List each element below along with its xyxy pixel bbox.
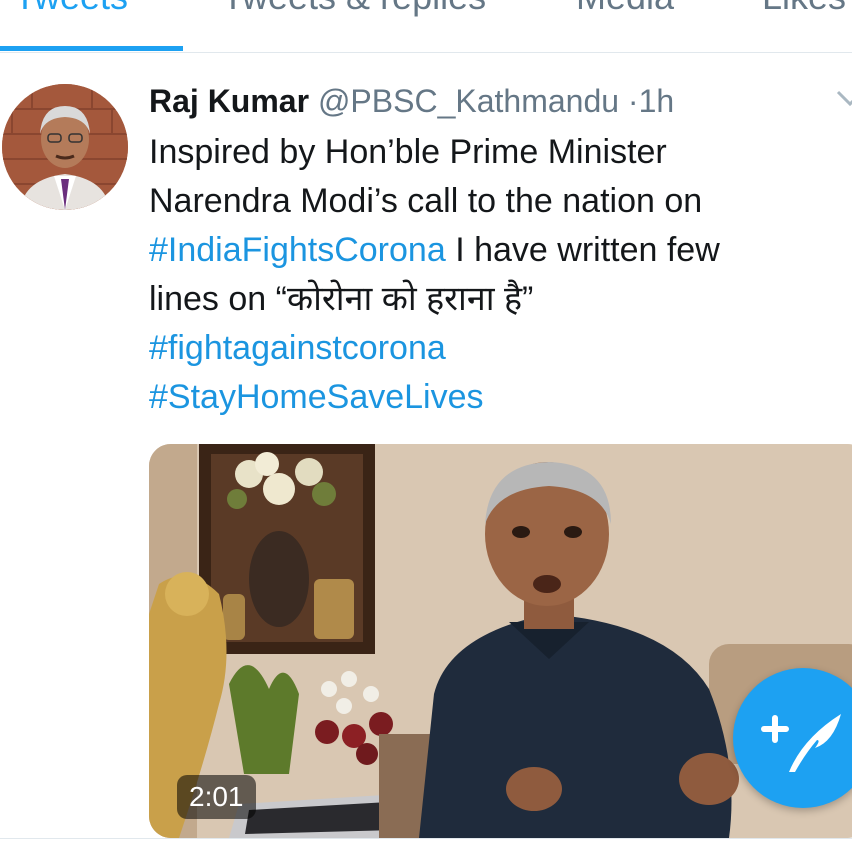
compose-tweet-button[interactable] <box>733 668 852 808</box>
hashtag-link[interactable]: #StayHomeSaveLives <box>149 373 849 422</box>
chevron-down-icon[interactable] <box>830 84 852 114</box>
tweet-line: Inspired by Hon’ble Prime Minister <box>149 133 667 171</box>
avatar[interactable] <box>2 84 128 210</box>
header-separator: · <box>627 83 639 119</box>
tab-tweets[interactable]: Tweets <box>14 0 128 18</box>
tab-likes[interactable]: Likes <box>762 0 846 18</box>
hashtag-link[interactable]: #IndiaFightsCorona <box>149 231 446 269</box>
avatar-photo <box>2 84 128 210</box>
tweet-timestamp[interactable]: 1h <box>639 83 675 119</box>
hashtag-link[interactable]: #fightagainstcorona <box>149 324 849 373</box>
video-duration: 2:01 <box>177 775 256 819</box>
tweet-line: lines on “कोरोना को हराना है” <box>149 280 534 318</box>
author-handle[interactable]: @PBSC_Kathmandu <box>318 83 619 119</box>
tweet-text: Inspired by Hon’ble Prime Minister Naren… <box>149 128 849 422</box>
tweet-header: Raj Kumar @PBSC_Kathmandu ·1h <box>149 81 674 121</box>
profile-tabs: Tweets Tweets & replies Media Likes <box>0 0 852 53</box>
tweet-divider <box>0 838 852 839</box>
author-name[interactable]: Raj Kumar <box>149 83 309 119</box>
tab-media[interactable]: Media <box>576 0 674 18</box>
active-tab-indicator <box>0 46 183 51</box>
tab-tweets-and-replies[interactable]: Tweets & replies <box>222 0 486 18</box>
compose-tweet-icon <box>761 714 841 772</box>
tweet-line: #IndiaFightsCorona I have written few <box>149 231 720 269</box>
tweet-line: Narendra Modi’s call to the nation on <box>149 182 703 220</box>
